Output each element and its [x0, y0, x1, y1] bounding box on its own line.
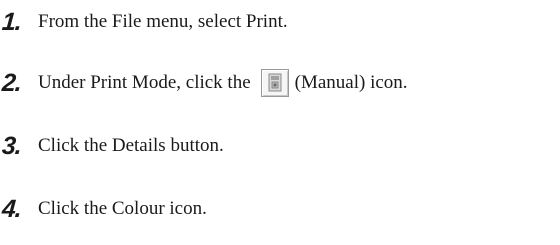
- step-text: From the File menu, select Print.: [38, 11, 288, 32]
- step-3: 3. Click the Details button.: [1, 131, 224, 161]
- step-number: 2.: [1, 69, 22, 97]
- step-text-after-icon: (Manual) icon.: [294, 72, 408, 93]
- manual-mode-icon-graphic: [268, 73, 282, 92]
- step-text: Click the Details button.: [38, 135, 224, 156]
- step-text: Click the Colour icon.: [38, 198, 207, 219]
- step-1: 1. From the File menu, select Print.: [1, 7, 288, 37]
- step-number: 3.: [1, 132, 22, 160]
- step-text-before-icon: Under Print Mode, click the: [38, 72, 251, 93]
- step-number: 4.: [1, 195, 22, 223]
- step-4: 4. Click the Colour icon.: [1, 194, 207, 224]
- step-2: 2. Under Print Mode, click the (Manual) …: [1, 68, 408, 98]
- step-number: 1.: [1, 8, 22, 36]
- instruction-steps: 1. From the File menu, select Print. 2. …: [0, 0, 560, 245]
- manual-mode-icon: [260, 69, 289, 97]
- step-text: Under Print Mode, click the (Manual) ico…: [38, 68, 408, 98]
